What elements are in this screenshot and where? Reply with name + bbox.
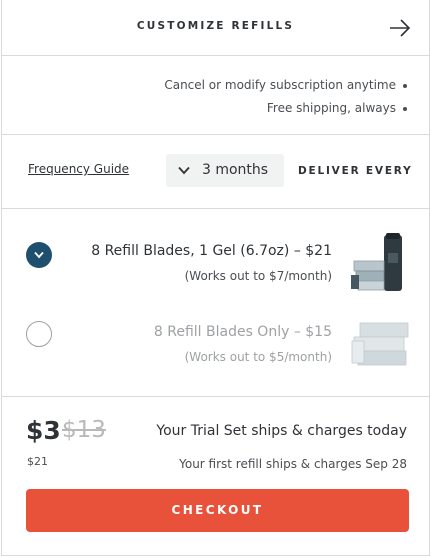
panel-header: CUSTOMIZE REFILLS (2, 0, 429, 56)
delivery-frequency-row: Frequency Guide 3 months DELIVER EVERY (2, 135, 429, 209)
blades-and-gel-image (351, 233, 402, 291)
panel-title: CUSTOMIZE REFILLS (136, 20, 295, 32)
trial-ships-text: Your Trial Set ships & charges today (156, 423, 407, 439)
price-original: $13 (62, 417, 106, 443)
checkout-button[interactable]: CHECKOUT (26, 489, 409, 532)
option-subtitle: (Works out to $5/month) (184, 350, 332, 364)
price-refill: $21 (27, 455, 48, 468)
refill-option-blades-gel[interactable]: 8 Refill Blades, 1 Gel (6.7oz) – $21 (Wo… (2, 213, 429, 293)
frequency-guide-link[interactable]: Frequency Guide (28, 162, 129, 176)
benefit-item: Free shipping, always (267, 101, 407, 115)
chevron-down-icon (178, 166, 190, 175)
frequency-value: 3 months (202, 162, 269, 178)
price-today: $3 (26, 416, 61, 445)
option-subtitle: (Works out to $7/month) (184, 269, 332, 283)
benefit-item: Cancel or modify subscription anytime (164, 78, 407, 92)
refill-options: 8 Refill Blades, 1 Gel (6.7oz) – $21 (Wo… (2, 209, 429, 397)
bullet-icon (403, 83, 407, 88)
option-title: 8 Refill Blades Only – $15 (153, 324, 332, 340)
refill-option-blades-only[interactable]: 8 Refill Blades Only – $15 (Works out to… (2, 295, 429, 375)
option-title: 8 Refill Blades, 1 Gel (6.7oz) – $21 (91, 243, 332, 259)
bullet-icon (403, 106, 407, 111)
blades-only-image (351, 322, 409, 366)
arrow-right-icon[interactable] (389, 18, 411, 38)
radio-unselected[interactable] (26, 321, 52, 347)
customize-refills-panel: CUSTOMIZE REFILLS Cancel or modify subsc… (1, 0, 430, 556)
benefits-list: Cancel or modify subscription anytime Fr… (2, 56, 429, 135)
order-summary: $3 $13 $21 Your Trial Set ships & charge… (2, 397, 429, 556)
refill-ships-text: Your first refill ships & charges Sep 28 (179, 457, 407, 471)
chevron-down-icon (34, 251, 44, 259)
frequency-select[interactable]: 3 months (166, 154, 284, 187)
deliver-every-label: DELIVER EVERY (298, 165, 413, 177)
radio-selected[interactable] (26, 242, 52, 268)
